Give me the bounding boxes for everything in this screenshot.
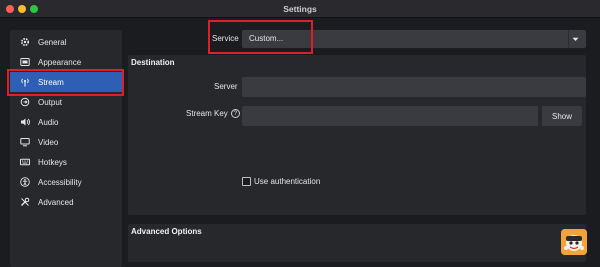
sidebar-item-label: Video — [38, 137, 59, 147]
sidebar-item-stream[interactable]: Stream — [10, 72, 122, 92]
gear-icon — [20, 37, 30, 47]
sidebar-item-hotkeys[interactable]: Hotkeys — [10, 152, 122, 172]
stream-settings-panel: Service Custom... Destination Server Str… — [128, 22, 592, 267]
sidebar-item-label: Hotkeys — [38, 157, 67, 167]
monitor-icon — [20, 137, 30, 147]
accessibility-icon — [20, 177, 30, 187]
window-title: Settings — [283, 4, 317, 14]
service-select-value: Custom... — [249, 34, 284, 43]
title-bar: Settings — [0, 0, 600, 18]
keyboard-icon — [20, 157, 30, 167]
use-authentication-checkbox[interactable] — [242, 177, 251, 186]
use-authentication-label: Use authentication — [254, 177, 321, 186]
server-input[interactable] — [242, 77, 586, 97]
sidebar-item-audio[interactable]: Audio — [10, 112, 122, 132]
mascot-logo — [561, 229, 587, 255]
stream-key-input[interactable] — [242, 106, 538, 126]
stream-key-label-row: Stream Key? — [186, 109, 240, 119]
sidebar-item-appearance[interactable]: Appearance — [10, 52, 122, 72]
sidebar-item-label: Output — [38, 97, 63, 107]
speaker-icon — [20, 117, 30, 127]
service-select[interactable]: Custom... — [242, 30, 586, 48]
sidebar-item-label: Advanced — [38, 197, 74, 207]
sidebar-item-accessibility[interactable]: Accessibility — [10, 172, 122, 192]
sidebar-item-label: Audio — [38, 117, 59, 127]
sidebar-item-video[interactable]: Video — [10, 132, 122, 152]
sidebar-item-label: Stream — [38, 77, 64, 87]
sidebar-item-general[interactable]: General — [10, 32, 122, 52]
help-icon[interactable]: ? — [230, 109, 240, 119]
output-icon — [20, 97, 30, 107]
sidebar-item-label: Appearance — [38, 57, 82, 67]
sidebar-item-advanced[interactable]: Advanced — [10, 192, 122, 212]
destination-group: Destination Server Stream Key? Show Use … — [128, 55, 586, 215]
service-row: Service Custom... — [128, 30, 592, 48]
appearance-icon — [20, 57, 30, 67]
stream-key-label: Stream Key — [186, 109, 228, 118]
antenna-icon — [20, 77, 30, 87]
service-label: Service — [212, 34, 239, 43]
destination-title: Destination — [131, 58, 175, 67]
advanced-options-title: Advanced Options — [131, 227, 202, 236]
sidebar-item-output[interactable]: Output — [10, 92, 122, 112]
settings-window: Settings General Appearance Stream Outpu… — [0, 0, 600, 267]
server-label: Server — [214, 82, 238, 91]
settings-sidebar: General Appearance Stream Output Audio V… — [10, 30, 122, 267]
sidebar-item-label: General — [38, 37, 67, 47]
sidebar-item-label: Accessibility — [38, 177, 82, 187]
advanced-options-group: Advanced Options — [128, 224, 586, 262]
tools-icon — [20, 197, 30, 207]
chevron-down-icon — [568, 30, 582, 48]
show-stream-key-button[interactable]: Show — [542, 106, 582, 126]
